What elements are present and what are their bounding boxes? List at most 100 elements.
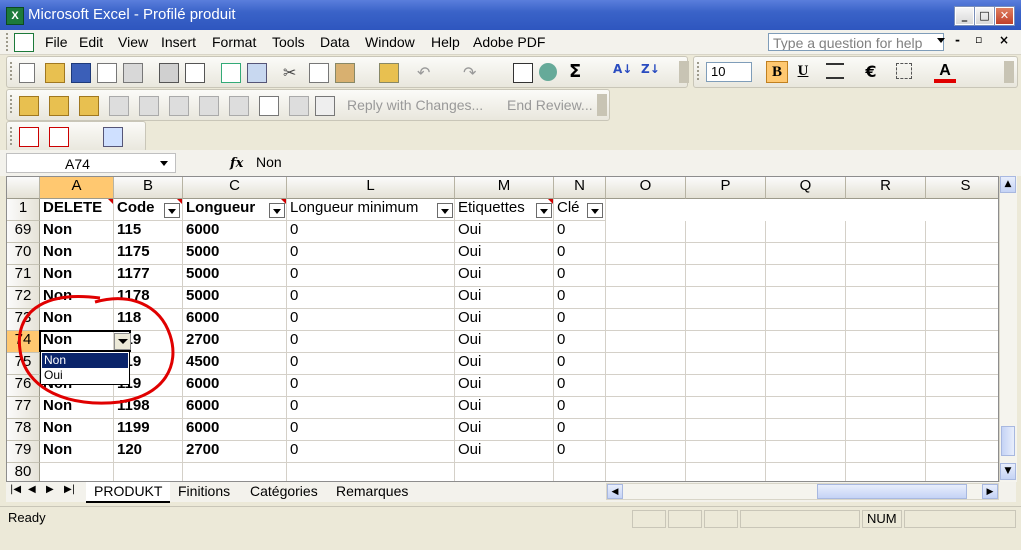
empty-cell[interactable] [766,265,846,287]
column-header-q[interactable]: Q [766,177,846,199]
empty-cell[interactable] [766,287,846,309]
sort-descending-icon[interactable]: Z↓ [641,62,660,80]
empty-cell[interactable] [846,463,926,481]
track-change-icon[interactable] [199,96,219,116]
empty-cell[interactable] [686,265,766,287]
empty-cell[interactable] [926,265,998,287]
help-search-input[interactable]: Type a question for help [768,33,944,51]
empty-cell[interactable] [926,353,998,375]
excel-icon[interactable]: X [6,7,24,25]
empty-cell[interactable] [766,419,846,441]
column-header-s[interactable]: S [926,177,998,199]
menu-tools[interactable]: Tools [272,34,305,50]
empty-cell[interactable] [606,309,686,331]
copy-icon[interactable] [309,63,329,83]
empty-cell[interactable] [766,221,846,243]
cell-etiquettes[interactable]: Oui [455,331,554,353]
empty-cell[interactable] [846,265,926,287]
cell-delete[interactable]: Non [40,419,114,441]
cell-cle[interactable]: 0 [554,375,606,397]
formula-input[interactable]: Non [256,154,282,170]
align-right-icon[interactable] [826,63,844,79]
autosum-icon[interactable]: Σ [569,61,587,82]
scroll-thumb[interactable] [1001,426,1015,456]
empty-cell[interactable] [926,463,998,481]
menu-insert[interactable]: Insert [161,34,196,50]
cell-etiquettes[interactable]: Oui [455,221,554,243]
next-sheet-icon[interactable]: ▶ [46,484,54,495]
empty-cell[interactable] [606,221,686,243]
empty-cell[interactable] [686,441,766,463]
select-all-corner[interactable] [7,177,40,199]
cell-longueur[interactable]: 2700 [183,441,287,463]
cell-etiquettes[interactable]: Oui [455,287,554,309]
empty-cell[interactable] [606,397,686,419]
empty-cell[interactable] [926,243,998,265]
empty-cell[interactable] [766,309,846,331]
row-header[interactable]: 78 [7,419,40,441]
menu-data[interactable]: Data [320,34,350,50]
empty-cell[interactable] [686,243,766,265]
cell-longueur-minimum[interactable]: 0 [287,243,455,265]
doc-restore-button[interactable]: ▫ [975,33,982,46]
empty-cell[interactable] [846,375,926,397]
empty-cell[interactable] [766,397,846,419]
empty-cell[interactable] [846,221,926,243]
pdf-convert-icon[interactable] [19,127,39,147]
cell-cle[interactable]: 0 [554,287,606,309]
comment-icon[interactable] [109,96,129,116]
toolbar-options-icon[interactable] [1004,61,1014,83]
cell-etiquettes[interactable]: Oui [455,353,554,375]
print-icon[interactable] [159,63,179,83]
filter-dropdown-icon[interactable] [587,203,603,218]
cell-cle[interactable]: 0 [554,265,606,287]
borders-icon[interactable] [896,63,912,79]
cell-code[interactable]: 115 [114,221,183,243]
folder-icon-3[interactable] [79,96,99,116]
empty-cell[interactable] [606,353,686,375]
empty-cell[interactable] [766,353,846,375]
empty-cell[interactable] [846,397,926,419]
sheet-tab-produkt[interactable]: PRODUKT [86,482,171,503]
row-header[interactable]: 69 [7,221,40,243]
spelling-icon[interactable] [221,63,241,83]
research-icon[interactable] [247,63,267,83]
cell-etiquettes[interactable]: Oui [455,397,554,419]
empty-cell[interactable] [846,353,926,375]
cell-longueur-minimum[interactable]: 0 [287,397,455,419]
scroll-left-icon[interactable]: ◀ [607,484,623,499]
empty-cell[interactable] [926,419,998,441]
toolbar-options-icon[interactable] [597,94,607,116]
cell-delete[interactable] [40,463,114,481]
filter-dropdown-icon[interactable] [536,203,552,218]
undo-icon[interactable]: ↶ [417,63,435,82]
doc-close-button[interactable]: × [999,33,1009,47]
column-header-o[interactable]: O [606,177,686,199]
column-header-a[interactable]: A [40,177,114,199]
font-size-select[interactable]: 10 [706,62,752,82]
email-icon[interactable] [123,63,143,83]
first-sheet-icon[interactable]: |◀ [10,484,21,495]
sheet-tab-remarques[interactable]: Remarques [328,482,416,501]
cell-longueur[interactable]: 6000 [183,419,287,441]
scroll-right-icon[interactable]: ▶ [982,484,998,499]
column-header-c[interactable]: C [183,177,287,199]
cell-delete[interactable]: Non [40,441,114,463]
cell-code[interactable]: 1175 [114,243,183,265]
save-icon[interactable] [71,63,91,83]
hyperlink-icon[interactable] [513,63,533,83]
scroll-up-icon[interactable]: ▲ [1000,176,1016,193]
prev-sheet-icon[interactable]: ◀ [28,484,36,495]
empty-cell[interactable] [926,309,998,331]
cell-longueur-minimum[interactable]: 0 [287,353,455,375]
empty-cell[interactable] [926,441,998,463]
protect-icon[interactable] [289,96,309,116]
empty-cell[interactable] [926,331,998,353]
empty-cell[interactable] [926,287,998,309]
cell-longueur-minimum[interactable]: 0 [287,419,455,441]
empty-cell[interactable] [846,287,926,309]
cell-longueur[interactable] [183,463,287,481]
empty-cell[interactable] [766,243,846,265]
cell-longueur-minimum[interactable]: 0 [287,375,455,397]
cell-longueur[interactable]: 6000 [183,221,287,243]
